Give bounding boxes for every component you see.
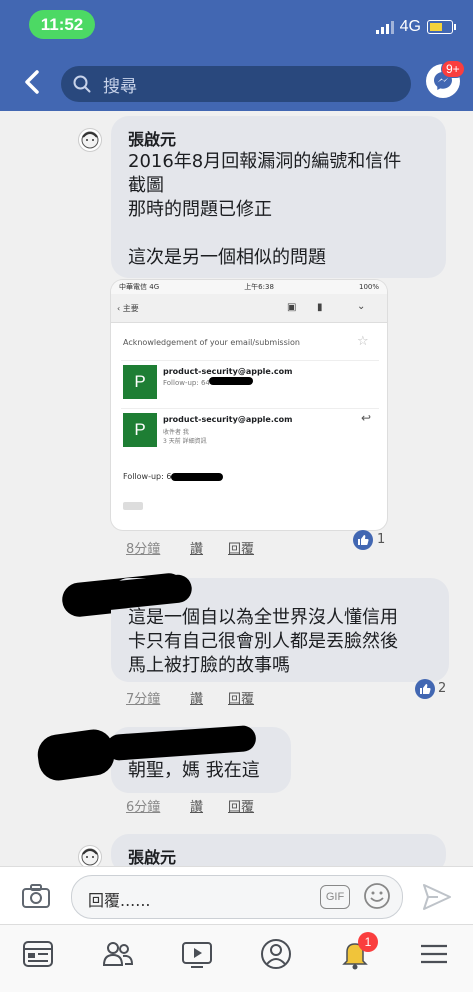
- sender-avatar: P: [123, 365, 157, 399]
- send-icon[interactable]: [422, 883, 452, 911]
- email-recipient: 收件者 我: [163, 429, 189, 436]
- comment-time[interactable]: 8分鐘: [126, 538, 160, 557]
- reply-link[interactable]: 回覆: [228, 796, 254, 815]
- email-card: P product-security@apple.com Follow-up: …: [121, 360, 379, 405]
- signal-icon: [375, 20, 394, 34]
- screenshot-status-bar: 中華電信 4G 上午6:38 100%: [111, 280, 387, 294]
- reply-input[interactable]: 回覆...... GIF: [71, 875, 403, 919]
- screenshot-back-label: 主要: [122, 303, 139, 313]
- email-sender: product-security@apple.com: [163, 415, 293, 424]
- app-header: 11:52 4G 搜尋 9+: [0, 0, 473, 111]
- battery-icon: [427, 20, 456, 34]
- search-icon: [73, 75, 91, 93]
- email-details-link: 詳細資訊: [182, 438, 207, 445]
- reply-link[interactable]: 回覆: [228, 538, 254, 557]
- email-body: Follow-up: 6: [123, 472, 172, 481]
- email-card: P product-security@apple.com 收件者 我 3 天前 …: [121, 408, 379, 469]
- email-when: 3 天前: [163, 438, 181, 445]
- reply-placeholder: 回覆......: [88, 891, 151, 910]
- screenshot-time: 上午6:38: [244, 283, 274, 291]
- expand-dots-icon: [123, 502, 143, 510]
- sender-avatar: P: [123, 413, 157, 447]
- comment-bubble: 張啟元 2016年8月回報漏洞的編號和信件 截圖 那時的問題已修正 這次是另一個…: [111, 116, 446, 278]
- comment-author[interactable]: 張啟元: [128, 126, 176, 150]
- redacted-name: [35, 726, 117, 784]
- reply-arrow-icon: ↩: [361, 411, 372, 425]
- avatar-face-icon: [81, 848, 99, 866]
- reaction-count: 1: [377, 532, 386, 547]
- like-link[interactable]: 讚: [190, 688, 203, 707]
- star-icon: ☆: [357, 334, 369, 349]
- news-feed-icon[interactable]: [21, 937, 55, 971]
- search-placeholder: 搜尋: [103, 76, 137, 97]
- archive-icon: ▣: [287, 302, 297, 313]
- bottom-tab-bar: [0, 924, 473, 992]
- comment-text: 朝聖，媽 我在這: [128, 759, 260, 783]
- avatar-face-icon: [81, 131, 99, 149]
- avatar[interactable]: [78, 128, 102, 152]
- comment-text: 2016年8月回報漏洞的編號和信件 截圖 那時的問題已修正 這次是另一個相似的問…: [128, 150, 401, 270]
- redaction: [209, 377, 253, 385]
- comment-author[interactable]: 張啟元: [128, 844, 176, 868]
- status-indicators: 4G: [375, 18, 456, 36]
- sticker-smiley-icon[interactable]: [363, 882, 391, 910]
- like-reaction-icon[interactable]: [415, 679, 435, 699]
- menu-hamburger-icon[interactable]: [417, 937, 451, 971]
- network-label: 4G: [399, 18, 421, 35]
- comment-text: 這是一個自以為全世界沒人懂信用 卡只有自己很會別人都是丟臉然後 馬上被打臉的故事…: [128, 606, 398, 678]
- reaction-count: 2: [438, 681, 447, 696]
- comment-line: 2016年8月回報漏洞的編號和信件: [128, 151, 402, 172]
- trash-icon: ▮: [317, 302, 323, 313]
- comment-line: 卡只有自己很會別人都是丟臉然後: [128, 631, 398, 652]
- like-link[interactable]: 讚: [190, 796, 203, 815]
- redaction: [171, 473, 223, 481]
- back-arrow-icon[interactable]: [20, 66, 44, 98]
- like-reaction-icon[interactable]: [353, 530, 373, 550]
- comment-line: 朝聖，媽 我在這: [128, 760, 260, 781]
- like-link[interactable]: 讚: [190, 538, 203, 557]
- attached-screenshot[interactable]: 中華電信 4G 上午6:38 100% ‹ 主要 ▣ ▮ ⌄ Acknowled…: [111, 280, 387, 530]
- comment-line: 那時的問題已修正: [128, 199, 272, 220]
- screenshot-subject: Acknowledgement of your email/submission: [123, 338, 300, 347]
- watch-video-icon[interactable]: [180, 937, 214, 971]
- friends-icon[interactable]: [101, 937, 135, 971]
- search-bar[interactable]: 搜尋: [61, 66, 411, 102]
- comment-line: 馬上被打臉的故事嗎: [128, 655, 290, 676]
- comment-line: 這次是另一個相似的問題: [128, 247, 326, 268]
- reply-link[interactable]: 回覆: [228, 688, 254, 707]
- comment-line: 截圖: [128, 175, 164, 196]
- comment-time[interactable]: 6分鐘: [126, 796, 160, 815]
- status-time: 11:52: [29, 10, 95, 39]
- chevron-down-icon: ⌄: [357, 301, 366, 312]
- screenshot-toolbar: ‹ 主要 ▣ ▮ ⌄: [111, 294, 387, 323]
- notification-badge: 1: [358, 932, 378, 952]
- email-sender: product-security@apple.com: [163, 367, 293, 376]
- reply-composer: 回覆...... GIF: [0, 866, 473, 925]
- gif-button[interactable]: GIF: [320, 885, 350, 909]
- email-snippet: Follow-up: 64: [163, 379, 210, 387]
- messenger-badge: 9+: [441, 60, 465, 78]
- screenshot-battery: 100%: [358, 283, 379, 291]
- profile-icon[interactable]: [259, 937, 293, 971]
- camera-icon[interactable]: [21, 883, 51, 909]
- comment-time[interactable]: 7分鐘: [126, 688, 160, 707]
- comment-line: 這是一個自以為全世界沒人懂信用: [128, 607, 398, 628]
